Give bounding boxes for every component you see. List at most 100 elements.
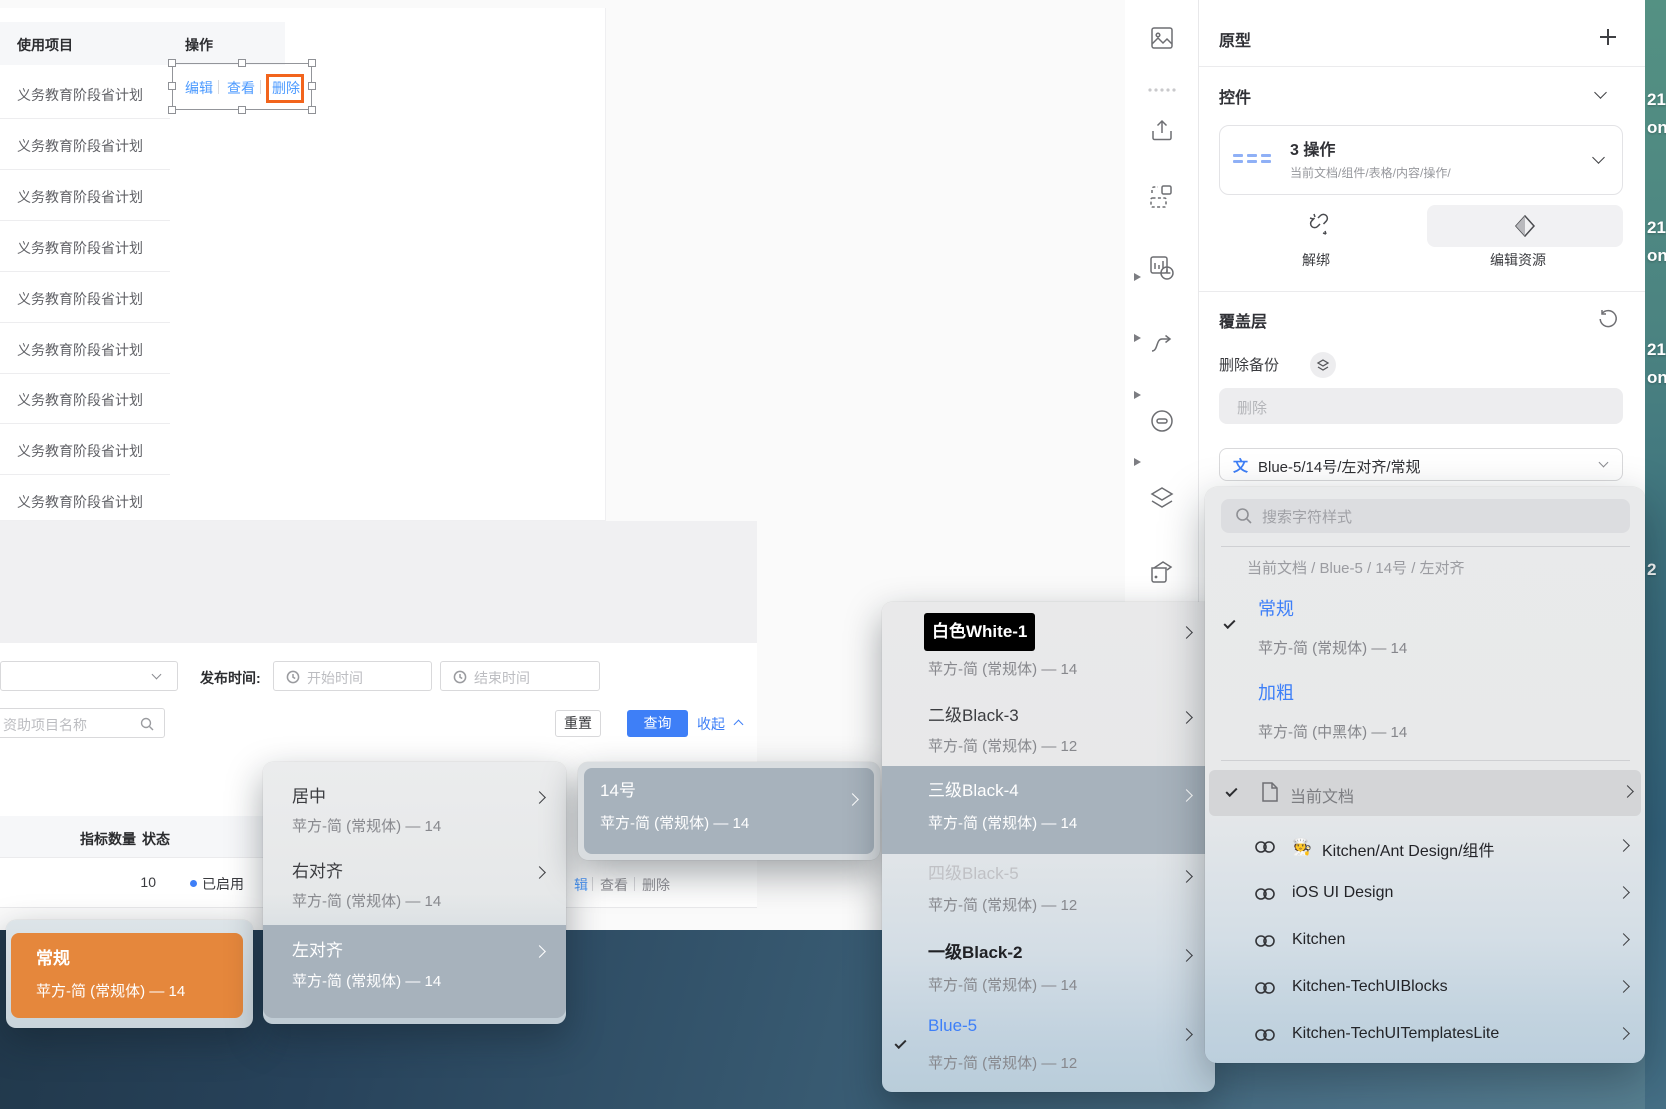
add-prototype-icon[interactable] bbox=[1600, 29, 1616, 45]
reset-icon[interactable] bbox=[1597, 308, 1619, 335]
chevron-right-icon bbox=[1617, 1027, 1630, 1040]
layers-icon[interactable] bbox=[1138, 478, 1186, 518]
count-value: 10 bbox=[120, 874, 156, 890]
chevron-right-icon bbox=[1617, 886, 1630, 899]
image-icon[interactable] bbox=[1138, 18, 1186, 58]
bg-frame-label-fragment: 2 bbox=[1647, 560, 1656, 580]
table-row: 义务教育阶段省计划 bbox=[17, 340, 143, 360]
delete-input-placeholder: 删除 bbox=[1237, 397, 1267, 418]
chevron-right-icon bbox=[1617, 933, 1630, 946]
bg-frame-label-fragment: on bbox=[1647, 118, 1666, 138]
edit-link-partial[interactable]: 辑 bbox=[574, 875, 588, 895]
search-icon bbox=[1235, 507, 1253, 530]
start-time-input[interactable]: 开始时间 bbox=[273, 661, 432, 691]
text-style-icon: 文 bbox=[1233, 455, 1248, 476]
color-style-menu: 白色White-1 苹方-简 (常规体) — 14 二级Black-3 苹方-简… bbox=[882, 602, 1215, 1092]
chevron-right-icon bbox=[1617, 980, 1630, 993]
edit-link[interactable]: 编辑 bbox=[185, 78, 213, 98]
reset-button[interactable]: 重置 bbox=[555, 710, 601, 737]
project-name-input[interactable]: 资助项目名称 bbox=[0, 708, 165, 738]
more-dots-icon[interactable] bbox=[1138, 70, 1186, 110]
table-col-header-project: 使用项目 bbox=[17, 35, 73, 55]
bg-frame-label-fragment: on bbox=[1647, 246, 1666, 266]
selection-handle[interactable] bbox=[308, 82, 316, 90]
view-link[interactable]: 查看 bbox=[227, 78, 255, 98]
style-breadcrumb: 当前文档 / Blue-5 / 14号 / 左对齐 bbox=[1247, 557, 1465, 578]
end-time-input[interactable]: 结束时间 bbox=[440, 661, 600, 691]
chart-widget-icon[interactable] bbox=[1138, 248, 1186, 288]
edit-resource-label[interactable]: 编辑资源 bbox=[1490, 250, 1546, 270]
flyout-indicator-icon bbox=[1134, 273, 1141, 281]
chevron-right-icon bbox=[533, 791, 546, 804]
chevron-right-icon bbox=[1180, 870, 1193, 883]
library-current-document-row[interactable] bbox=[1209, 770, 1641, 816]
connector-icon[interactable] bbox=[1138, 325, 1186, 365]
white-color-preview-chip: 白色White-1 bbox=[924, 613, 1035, 651]
link-icon bbox=[1252, 928, 1278, 959]
canvas-frame-table: 使用项目 操作 义务教育阶段省计划 义务教育阶段省计划 义务教育阶段省计划 义务… bbox=[0, 8, 606, 521]
delete-backup-label: 删除备份 bbox=[1219, 354, 1279, 375]
link-separator bbox=[260, 80, 261, 94]
row-divider bbox=[0, 169, 170, 170]
edit-resource-button[interactable] bbox=[1427, 205, 1623, 247]
menu-item-regular-selected[interactable]: 常规 苹方-简 (常规体) — 14 bbox=[11, 933, 243, 1018]
table-col-header-actions: 操作 bbox=[185, 35, 213, 55]
selection-handle[interactable] bbox=[168, 59, 176, 67]
text-style-summary: Blue-5/14号/左对齐/常规 bbox=[1258, 456, 1421, 477]
collapse-link[interactable]: 收起 bbox=[697, 714, 725, 734]
row-divider bbox=[0, 322, 170, 323]
query-button[interactable]: 查询 bbox=[627, 710, 688, 737]
export-icon[interactable] bbox=[1138, 110, 1186, 150]
component-path: 当前文档/组件/表格/内容/操作/ bbox=[1290, 164, 1451, 181]
slice-icon[interactable] bbox=[1138, 177, 1186, 217]
bg-frame-label-fragment: 21- bbox=[1647, 340, 1666, 360]
bg-frame-label-fragment: 21- bbox=[1647, 218, 1666, 238]
row-divider bbox=[0, 271, 170, 272]
table-row: 义务教育阶段省计划 bbox=[17, 390, 143, 410]
selection-handle[interactable] bbox=[308, 106, 316, 114]
delete-link[interactable]: 删除 bbox=[642, 875, 670, 895]
unbind-label[interactable]: 解绑 bbox=[1302, 250, 1330, 270]
publish-time-label: 发布时间: bbox=[200, 668, 261, 688]
search-icon bbox=[140, 717, 154, 736]
project-name-placeholder: 资助项目名称 bbox=[3, 715, 87, 735]
filter-select[interactable] bbox=[0, 661, 178, 691]
document-icon bbox=[1261, 781, 1279, 808]
link-icon bbox=[1252, 975, 1278, 1006]
clock-icon bbox=[286, 670, 300, 689]
chevron-right-icon bbox=[1180, 626, 1193, 639]
canvas-gap bbox=[0, 521, 757, 643]
delete-backup-input[interactable] bbox=[1219, 388, 1623, 424]
prototype-section-title: 原型 bbox=[1219, 27, 1251, 51]
view-link[interactable]: 查看 bbox=[600, 875, 628, 895]
row-divider bbox=[0, 220, 170, 221]
picker-divider bbox=[1221, 760, 1630, 761]
hotspot-icon[interactable] bbox=[1138, 401, 1186, 441]
row-divider bbox=[0, 373, 170, 374]
widget-section-title: 控件 bbox=[1219, 84, 1251, 108]
overlay-section-title: 覆盖层 bbox=[1219, 308, 1267, 332]
delete-link-highlight-box bbox=[266, 74, 304, 103]
selection-handle[interactable] bbox=[168, 106, 176, 114]
menu-item-black-4-hovered[interactable]: 三级Black-4 苹方-简 (常规体) — 14 bbox=[882, 766, 1215, 854]
layers-badge-icon[interactable] bbox=[1310, 352, 1336, 378]
component-title: 3 操作 bbox=[1290, 136, 1335, 160]
palette-icon[interactable] bbox=[1138, 552, 1186, 592]
menu-item-left-align-hovered[interactable]: 左对齐 苹方-简 (常规体) — 14 bbox=[263, 925, 566, 1018]
desktop-background-strip: 21- on 21- on 21- on 2 bbox=[1645, 0, 1666, 1109]
chevron-down-icon bbox=[152, 670, 162, 680]
table-row: 义务教育阶段省计划 bbox=[17, 441, 143, 461]
selection-handle[interactable] bbox=[168, 82, 176, 90]
flyout-indicator-icon bbox=[1134, 334, 1141, 342]
selection-handle[interactable] bbox=[238, 59, 246, 67]
selection-handle[interactable] bbox=[238, 106, 246, 114]
table-row: 义务教育阶段省计划 bbox=[17, 85, 143, 105]
selection-handle[interactable] bbox=[308, 59, 316, 67]
table-row: 义务教育阶段省计划 bbox=[17, 289, 143, 309]
row-divider bbox=[0, 423, 170, 424]
chevron-right-icon bbox=[1180, 789, 1193, 802]
table-row: 义务教育阶段省计划 bbox=[17, 187, 143, 207]
menu-item-14px-hovered[interactable]: 14号 苹方-简 (常规体) — 14 bbox=[584, 768, 874, 854]
chevron-up-icon bbox=[734, 720, 744, 730]
unbind-icon[interactable] bbox=[1306, 210, 1334, 243]
